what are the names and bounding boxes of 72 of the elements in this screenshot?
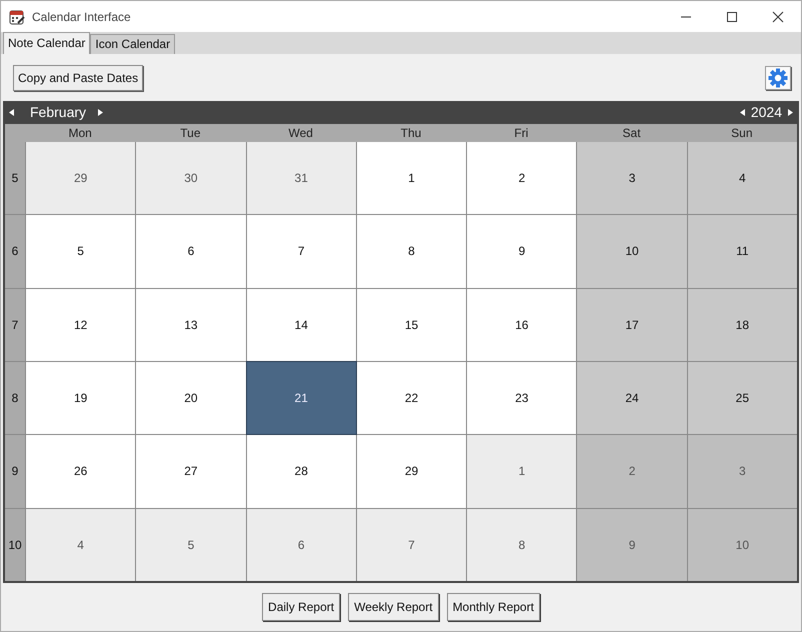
weekday-header: Sat [622, 125, 642, 142]
weekday-header: Tue [179, 125, 202, 142]
day-cell[interactable]: 29 [356, 435, 466, 508]
day-cell[interactable]: 31 [246, 142, 356, 214]
day-cell[interactable]: 3 [577, 142, 687, 214]
weekday-header: Fri [513, 125, 530, 142]
day-cell[interactable]: 30 [136, 142, 246, 214]
day-cell[interactable]: 18 [688, 288, 797, 361]
left-triangle-icon [9, 108, 14, 116]
day-cell[interactable]: 6 [246, 508, 356, 581]
maximize-icon [726, 10, 738, 22]
left-triangle-icon [740, 108, 745, 116]
day-cell[interactable]: 6 [136, 215, 246, 288]
day-cell[interactable]: 19 [26, 362, 136, 434]
weekday-header: Wed [287, 125, 314, 142]
day-cell[interactable]: 26 [26, 435, 136, 508]
day-cell[interactable]: 4 [688, 142, 797, 214]
week-number: 9 [5, 435, 25, 508]
copy-paste-button[interactable]: Copy and Paste Dates [13, 64, 144, 90]
day-cell[interactable]: 17 [577, 288, 687, 361]
settings-button[interactable] [765, 66, 791, 90]
month-label: February [30, 103, 88, 122]
day-cell[interactable]: 12 [26, 288, 136, 361]
day-cell[interactable]: 8 [356, 215, 466, 288]
day-cell[interactable]: 15 [356, 288, 466, 361]
day-cell[interactable]: 10 [577, 215, 687, 288]
day-cell[interactable]: 3 [688, 435, 797, 508]
year-label: 2024 [750, 103, 782, 122]
day-cell[interactable]: 4 [26, 508, 136, 581]
week-number: 10 [5, 508, 25, 581]
report-button[interactable]: Daily Report [262, 593, 340, 621]
day-cell[interactable]: 23 [467, 362, 576, 434]
day-cell[interactable]: 27 [136, 435, 246, 508]
calendar-icon [9, 8, 25, 24]
weekday-header: Sun [730, 125, 754, 142]
day-cell[interactable]: 24 [577, 362, 687, 434]
day-cell[interactable]: 5 [26, 215, 136, 288]
day-cell[interactable]: 14 [246, 288, 356, 361]
week-number: 7 [5, 288, 25, 361]
right-triangle-icon [788, 108, 793, 116]
day-cell[interactable]: 25 [688, 362, 797, 434]
weekday-header: Thu [400, 125, 422, 142]
close-icon [772, 10, 784, 22]
day-cell[interactable]: 22 [356, 362, 466, 434]
day-cell[interactable]: 1 [356, 142, 466, 214]
day-cell[interactable]: 8 [467, 508, 576, 581]
day-cell[interactable]: 11 [688, 215, 797, 288]
day-cell[interactable]: 29 [26, 142, 136, 214]
day-cell[interactable]: 10 [688, 508, 797, 581]
day-cell[interactable]: 1 [467, 435, 576, 508]
day-cell[interactable]: 16 [467, 288, 576, 361]
day-cell[interactable]: 9 [467, 215, 576, 288]
day-cell[interactable]: 2 [577, 435, 687, 508]
day-cell[interactable]: 21 [246, 362, 356, 434]
week-number: 5 [5, 142, 25, 214]
right-triangle-icon [98, 108, 103, 116]
day-cell[interactable]: 20 [136, 362, 246, 434]
report-button[interactable]: Monthly Report [446, 593, 540, 621]
day-cell[interactable]: 7 [356, 508, 466, 581]
tab[interactable]: Note Calendar [3, 32, 90, 54]
weekday-header: Mon [67, 125, 93, 142]
window-title: Calendar Interface [32, 8, 132, 26]
day-cell[interactable]: 7 [246, 215, 356, 288]
week-number: 6 [5, 215, 25, 288]
week-number: 8 [5, 362, 25, 434]
day-cell[interactable]: 2 [467, 142, 576, 214]
day-cell[interactable]: 5 [136, 508, 246, 581]
day-cell[interactable]: 9 [577, 508, 687, 581]
report-button[interactable]: Weekly Report [348, 593, 439, 621]
day-cell[interactable]: 13 [136, 288, 246, 361]
day-cell[interactable]: 28 [246, 435, 356, 508]
tab[interactable]: Icon Calendar [90, 34, 176, 54]
